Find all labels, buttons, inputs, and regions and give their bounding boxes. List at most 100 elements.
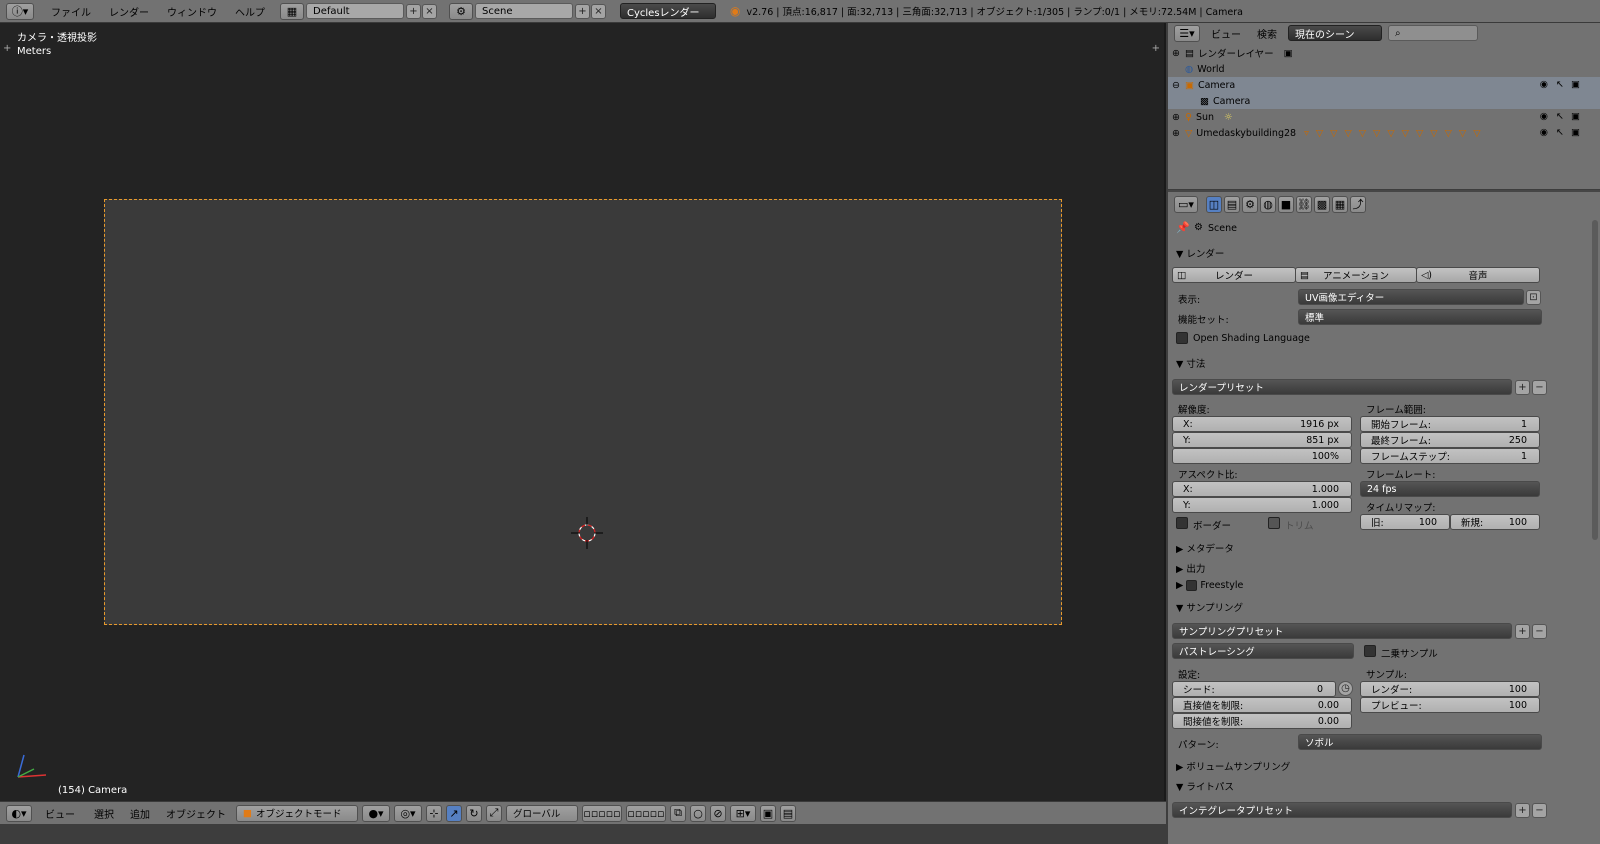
resolution-x-field[interactable]: X: 1916 px — [1172, 416, 1352, 432]
tab-data-icon[interactable]: ▩ — [1314, 195, 1330, 213]
panel-dimensions-header[interactable]: ▼ 寸法 — [1176, 356, 1205, 370]
delete-layout-icon[interactable]: × — [422, 3, 437, 19]
add-preset-icon[interactable]: + — [1515, 380, 1530, 395]
crop-checkbox[interactable] — [1268, 517, 1280, 529]
border-checkbox[interactable] — [1176, 517, 1188, 529]
display-dropdown[interactable]: UV画像エディター — [1298, 289, 1524, 305]
panel-freestyle-header[interactable]: ▶ Freestyle — [1176, 580, 1243, 591]
framerate-dropdown[interactable]: 24 fps — [1360, 481, 1540, 497]
aspect-x-field[interactable]: X: 1.000 — [1172, 481, 1352, 497]
frame-step-field[interactable]: フレームステップ: 1 — [1360, 448, 1540, 464]
menu-window[interactable]: ウィンドウ — [158, 4, 226, 19]
scene-field[interactable]: Scene — [475, 3, 573, 19]
translate-icon[interactable]: ↗ — [446, 804, 462, 822]
layers-grid-2[interactable]: ▫▫▫▫▫ — [626, 804, 666, 822]
layers-grid-1[interactable]: ▫▫▫▫▫ — [582, 804, 622, 822]
select-arrow-icon[interactable]: ↖ — [1556, 79, 1564, 90]
outliner-item-umedaskybuilding28[interactable]: ⊕ ▽ Umedaskybuilding28 ▿▽▽▽▽▽▽▽▽▽▽▽▽ ◉ ↖… — [1168, 125, 1600, 141]
manipulator-toggle-icon[interactable]: ⊹ — [426, 804, 442, 822]
menu-object[interactable]: オブジェクト — [160, 806, 232, 821]
panel-output-header[interactable]: ▶ 出力 — [1176, 561, 1205, 575]
expand-icon[interactable]: ⊕ — [1172, 128, 1180, 139]
resolution-percentage-field[interactable]: 100% — [1172, 448, 1352, 464]
animation-button[interactable]: ▤ アニメーション — [1295, 267, 1417, 283]
menu-render[interactable]: レンダー — [100, 4, 158, 19]
pin-icon[interactable]: 📌 — [1176, 221, 1190, 234]
outliner-item-render-layers[interactable]: ⊕ ▤ レンダーレイヤー ▣ — [1168, 45, 1600, 61]
add-integrator-preset-icon[interactable]: + — [1515, 803, 1530, 818]
outliner-editor-icon[interactable]: ☰▾ — [1174, 24, 1200, 42]
select-arrow-icon[interactable]: ↖ — [1556, 127, 1564, 138]
mode-dropdown[interactable]: ■ オブジェクトモード — [236, 804, 358, 822]
tab-texture-icon[interactable]: ▦ — [1332, 195, 1348, 213]
visibility-eye-icon[interactable]: ◉ — [1540, 127, 1548, 138]
start-frame-field[interactable]: 開始フレーム: 1 — [1360, 416, 1540, 432]
snap-toggle-icon[interactable]: ⊘ — [710, 804, 726, 822]
render-preset-dropdown[interactable]: レンダープリセット — [1172, 379, 1512, 395]
outliner-menu-view[interactable]: ビュー — [1206, 26, 1246, 41]
visibility-eye-icon[interactable]: ◉ — [1540, 111, 1548, 122]
collapse-icon[interactable]: ⊖ — [1172, 80, 1180, 91]
resolution-y-field[interactable]: Y: 851 px — [1172, 432, 1352, 448]
remap-old-field[interactable]: 旧: 100 — [1360, 514, 1450, 530]
menu-file[interactable]: ファイル — [42, 4, 100, 19]
properties-editor-icon[interactable]: ▭▾ — [1174, 195, 1198, 213]
3d-cursor-icon[interactable] — [571, 517, 603, 549]
tab-object-icon[interactable]: ■ — [1278, 195, 1294, 213]
toolshelf-toggle-icon[interactable]: + — [3, 43, 11, 54]
delete-scene-icon[interactable]: × — [591, 3, 606, 19]
featureset-dropdown[interactable]: 標準 — [1298, 309, 1542, 325]
expand-icon[interactable]: ⊕ — [1172, 112, 1180, 123]
render-icon[interactable]: ▣ — [760, 804, 776, 822]
panel-metadata-header[interactable]: ▶ メタデータ — [1176, 541, 1234, 555]
tab-render-icon[interactable]: ◫ — [1206, 195, 1222, 213]
osl-checkbox[interactable] — [1176, 332, 1188, 344]
outliner-menu-search[interactable]: 検索 — [1252, 26, 1282, 41]
screen-layout-icon[interactable]: ▦ — [280, 2, 304, 20]
aspect-y-field[interactable]: Y: 1.000 — [1172, 497, 1352, 513]
menu-view[interactable]: ビュー — [36, 806, 84, 821]
tab-world-icon[interactable]: ◍ — [1260, 195, 1276, 213]
render-button[interactable]: ◫ レンダー — [1172, 267, 1296, 283]
tab-physics-icon[interactable]: ⤴ — [1350, 195, 1366, 213]
sampling-method-dropdown[interactable]: パストレーシング — [1172, 643, 1354, 659]
preview-samples-field[interactable]: プレビュー: 100 — [1360, 697, 1540, 713]
lock-layers-icon[interactable]: ⧉ — [670, 804, 686, 822]
remove-preset-icon[interactable]: − — [1532, 380, 1547, 395]
properties-scrollbar[interactable] — [1592, 220, 1598, 540]
expand-icon[interactable]: ⊕ — [1172, 48, 1180, 59]
animation-render-icon[interactable]: ▤ — [780, 804, 796, 822]
panel-render-header[interactable]: ▼ レンダー — [1176, 246, 1224, 260]
animated-seed-icon[interactable]: ◷ — [1338, 681, 1353, 696]
remap-new-field[interactable]: 新規: 100 — [1450, 514, 1540, 530]
editor-type-icon[interactable]: ◐▾ — [6, 804, 32, 822]
3d-viewport[interactable]: カメラ・透視投影 Meters + + (154) Camera — [0, 23, 1166, 822]
sampling-preset-dropdown[interactable]: サンプリングプリセット — [1172, 623, 1512, 639]
orientation-dropdown[interactable]: グローバル — [506, 804, 578, 822]
rotate-icon[interactable]: ↻ — [466, 804, 482, 822]
proportional-edit-icon[interactable]: ○ — [690, 804, 706, 822]
tab-constraints-icon[interactable]: ⛓ — [1296, 195, 1312, 213]
select-arrow-icon[interactable]: ↖ — [1556, 111, 1564, 122]
display-mode-dropdown[interactable]: 現在のシーン — [1288, 25, 1382, 41]
outliner-item-camera-data[interactable]: ▩ Camera — [1168, 93, 1600, 109]
pivot-dropdown-icon[interactable]: ◎▾ — [394, 804, 422, 822]
outliner-item-world[interactable]: ◍ World — [1168, 61, 1600, 77]
audio-button[interactable]: ◁) 音声 — [1416, 267, 1540, 283]
integrator-preset-dropdown[interactable]: インテグレータプリセット — [1172, 802, 1512, 818]
visibility-eye-icon[interactable]: ◉ — [1540, 79, 1548, 90]
add-scene-icon[interactable]: + — [575, 3, 590, 19]
screen-layout-field[interactable]: Default — [306, 3, 404, 19]
menu-add[interactable]: 追加 — [124, 806, 156, 821]
freestyle-checkbox[interactable] — [1186, 580, 1198, 591]
menu-select[interactable]: 選択 — [88, 806, 120, 821]
seed-field[interactable]: シード: 0 — [1172, 681, 1336, 697]
add-layout-icon[interactable]: + — [406, 3, 421, 19]
render-camera-icon[interactable]: ▣ — [1571, 79, 1580, 90]
panel-sampling-header[interactable]: ▼ サンプリング — [1176, 600, 1243, 614]
scale-icon[interactable]: ⤢ — [486, 804, 502, 822]
lock-interface-icon[interactable]: ⊡ — [1526, 290, 1541, 305]
menu-help[interactable]: ヘルプ — [226, 4, 274, 19]
shading-dropdown-icon[interactable]: ●▾ — [362, 804, 390, 822]
render-camera-icon[interactable]: ▣ — [1571, 127, 1580, 138]
